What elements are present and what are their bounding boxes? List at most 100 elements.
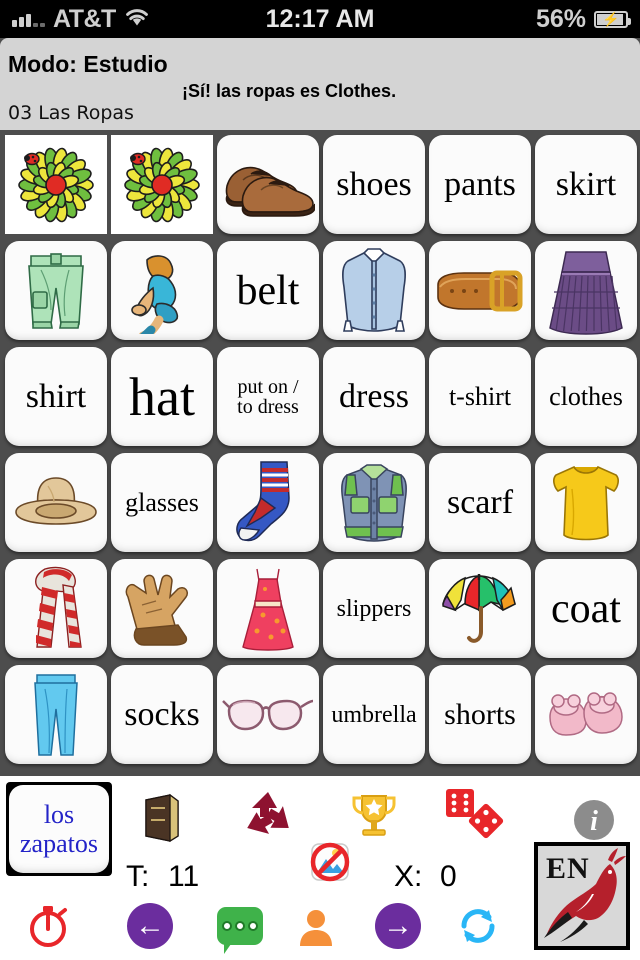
tile-pink-eyeglasses[interactable]	[217, 665, 319, 764]
language-toggle-button[interactable]: EN	[534, 842, 630, 950]
tile-flower-ladybug[interactable]	[111, 135, 213, 234]
no-image-icon[interactable]	[298, 834, 362, 890]
tile-boy-dressing[interactable]	[111, 241, 213, 340]
tile-label: socks	[124, 695, 200, 733]
blue-pants-icon	[25, 669, 87, 761]
tile-red-striped-scarf[interactable]	[5, 559, 107, 658]
boy-dressing-icon	[119, 248, 205, 334]
forward-arrow-icon[interactable]: →	[366, 898, 430, 954]
forward-arrow-glyph: →	[383, 909, 413, 942]
tile-label: put on / to dress	[237, 375, 299, 418]
tile-label: glasses	[125, 487, 199, 517]
purple-skirt-icon	[544, 246, 628, 336]
tile-belt[interactable]: belt	[217, 241, 319, 340]
tile-label: scarf	[446, 483, 514, 521]
dice-icon[interactable]	[442, 786, 506, 842]
pink-eyeglasses-icon	[221, 689, 315, 741]
tile-socks[interactable]: socks	[111, 665, 213, 764]
status-bar: AT&T 12:17 AM 56% ⚡	[0, 0, 640, 38]
tile-label: slippers	[336, 595, 412, 622]
current-word-button[interactable]: los zapatos	[6, 782, 112, 876]
tile-label: t-shirt	[448, 381, 512, 411]
language-code-label: EN	[546, 852, 590, 885]
bottom-toolbar: los zapatos i T: 11 X: 0 EN ← →	[0, 776, 640, 960]
tile-red-dress[interactable]	[217, 559, 319, 658]
tile-label: belt	[236, 267, 300, 314]
tile-dress[interactable]: dress	[323, 347, 425, 446]
recycle-icon[interactable]	[236, 788, 300, 844]
tile-label: umbrella	[331, 701, 417, 728]
current-word-line1: los	[43, 799, 75, 829]
refresh-icon[interactable]	[446, 898, 510, 954]
tile-label: pants	[444, 165, 516, 203]
tile-brown-shoes[interactable]	[217, 135, 319, 234]
tile-blue-pants[interactable]	[5, 665, 107, 764]
tile-shoes[interactable]: shoes	[323, 135, 425, 234]
tile-label: dress	[339, 377, 409, 415]
tile-shorts[interactable]: shorts	[429, 665, 531, 764]
book-icon[interactable]	[128, 790, 192, 846]
rainbow-umbrella-icon	[435, 566, 525, 652]
red-striped-scarf-icon	[23, 563, 89, 655]
battery-charging-icon: ⚡	[594, 10, 631, 28]
tile-shirt[interactable]: shirt	[5, 347, 107, 446]
stopwatch-icon[interactable]	[16, 898, 80, 954]
tile-hat[interactable]: hat	[111, 347, 213, 446]
green-shorts-icon	[21, 248, 91, 334]
tile-clothes[interactable]: clothes	[535, 347, 637, 446]
brown-gloves-icon	[116, 571, 208, 647]
tile-t-shirt[interactable]: t-shirt	[429, 347, 531, 446]
blue-shirt-icon	[336, 245, 412, 337]
tile-label: clothes	[549, 381, 623, 411]
tile-green-shorts[interactable]	[5, 241, 107, 340]
chat-bubble-icon[interactable]	[208, 898, 272, 954]
tile-label: hat	[129, 366, 195, 427]
tile-rainbow-umbrella[interactable]	[429, 559, 531, 658]
tile-coat[interactable]: coat	[535, 559, 637, 658]
clock-label: 12:17 AM	[265, 4, 375, 33]
header-panel: Modo: Estudio ¡Sí! las ropas es Clothes.…	[0, 38, 640, 130]
person-icon[interactable]	[284, 898, 348, 954]
timer-value: 11	[168, 860, 200, 893]
tile-scarf[interactable]: scarf	[429, 453, 531, 552]
tile-put-on-to-dress[interactable]: put on / to dress	[217, 347, 319, 446]
tile-slippers[interactable]: slippers	[323, 559, 425, 658]
feedback-message: ¡Sí! las ropas es Clothes.	[182, 81, 397, 101]
timer-label: T:	[126, 860, 150, 893]
tile-label: shirt	[25, 377, 87, 415]
current-word-line2: zapatos	[20, 829, 98, 858]
tile-tan-hat[interactable]	[5, 453, 107, 552]
info-icon[interactable]: i	[562, 792, 626, 848]
x-value: 0	[440, 860, 457, 893]
tile-label: shoes	[336, 165, 412, 203]
tile-glasses[interactable]: glasses	[111, 453, 213, 552]
tile-purple-skirt[interactable]	[535, 241, 637, 340]
brown-shoes-icon	[221, 150, 315, 220]
tile-blue-shirt[interactable]	[323, 241, 425, 340]
lesson-title: 03 Las Ropas	[8, 102, 134, 124]
tile-skirt[interactable]: skirt	[535, 135, 637, 234]
svg-text:i: i	[590, 806, 598, 837]
tile-label: shorts	[444, 697, 516, 731]
red-dress-icon	[233, 563, 303, 655]
x-label: X:	[394, 860, 423, 893]
tile-denim-jacket[interactable]	[323, 453, 425, 552]
tile-leather-belt[interactable]	[429, 241, 531, 340]
back-arrow-icon[interactable]: ←	[118, 898, 182, 954]
tile-brown-gloves[interactable]	[111, 559, 213, 658]
striped-sock-icon	[231, 458, 305, 548]
tile-yellow-tshirt[interactable]	[535, 453, 637, 552]
tile-pink-slippers[interactable]	[535, 665, 637, 764]
tile-pants[interactable]: pants	[429, 135, 531, 234]
back-arrow-glyph: ←	[135, 909, 165, 942]
yellow-tshirt-icon	[548, 459, 624, 547]
flower-ladybug-icon	[116, 139, 208, 231]
tile-striped-sock[interactable]	[217, 453, 319, 552]
mode-label: Modo: Estudio	[8, 51, 168, 77]
tile-umbrella[interactable]: umbrella	[323, 665, 425, 764]
tile-label: skirt	[555, 165, 617, 203]
tile-label: coat	[551, 585, 621, 632]
tile-grid: shoes pants skirt belt shirt hat put on …	[0, 132, 640, 770]
leather-belt-icon	[434, 267, 526, 315]
tile-flower-ladybug[interactable]	[5, 135, 107, 234]
